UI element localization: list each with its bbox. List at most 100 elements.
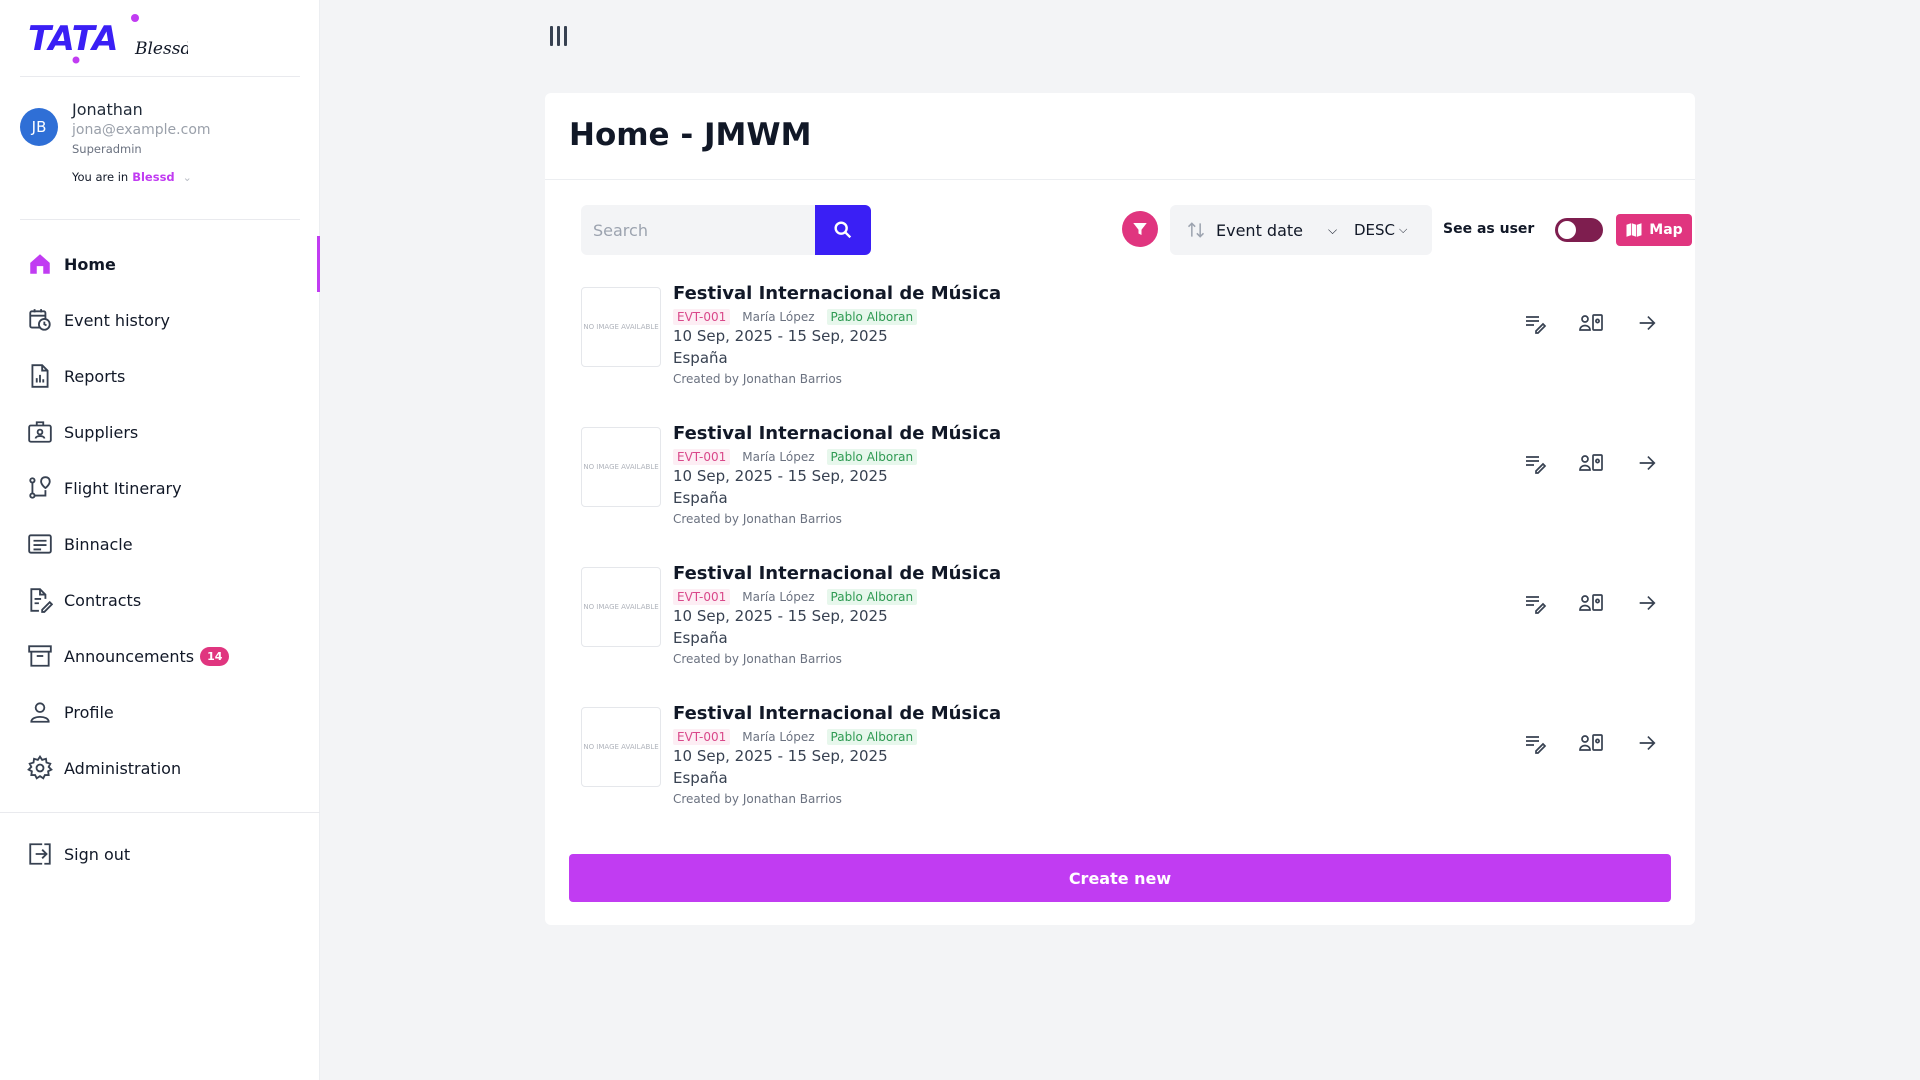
workspace-name: Blessd bbox=[132, 170, 175, 184]
avatar[interactable]: JB bbox=[20, 108, 58, 146]
see-as-user-toggle[interactable] bbox=[1555, 218, 1603, 242]
event-dates: 10 Sep, 2025 - 15 Sep, 2025 bbox=[673, 467, 888, 485]
sidebar-item-label: Home bbox=[64, 254, 116, 274]
svg-text:Blessd: Blessd bbox=[134, 39, 188, 59]
sidebar-item-label: Contracts bbox=[64, 590, 142, 610]
event-creator: Created by Jonathan Barrios bbox=[673, 372, 842, 386]
search-input[interactable] bbox=[581, 205, 815, 255]
event-code-badge: EVT-001 bbox=[673, 449, 731, 465]
route-icon bbox=[26, 474, 54, 502]
brand-logo[interactable]: TATA Blessd bbox=[28, 12, 188, 66]
sort-icon bbox=[1187, 222, 1205, 238]
edit-list-icon bbox=[1526, 456, 1547, 474]
divider bbox=[545, 179, 1695, 180]
open-event-button[interactable] bbox=[1633, 589, 1661, 617]
user-name: Jonathan bbox=[72, 100, 143, 119]
sign-out-label: Sign out bbox=[64, 844, 131, 864]
sidebar-item-label: Announcements bbox=[64, 646, 195, 666]
sidebar-item-event-history[interactable]: Event history bbox=[0, 292, 320, 348]
attendees-button[interactable] bbox=[1577, 309, 1605, 337]
event-row: NO IMAGE AVAILABLE Festival Internaciona… bbox=[581, 703, 1681, 843]
events-card: Home - JMWM Event date ⌵ DESC ⌵ See as u… bbox=[545, 93, 1695, 925]
event-dates: 10 Sep, 2025 - 15 Sep, 2025 bbox=[673, 327, 888, 345]
event-country: España bbox=[673, 769, 728, 787]
edit-list-icon bbox=[1526, 736, 1547, 754]
person-card-icon bbox=[1579, 734, 1603, 751]
search-button[interactable] bbox=[815, 205, 871, 255]
menu-bar bbox=[549, 26, 553, 46]
user-card: JB Jonathan jona@example.com Superadmin … bbox=[20, 100, 300, 195]
map-button[interactable]: Map bbox=[1616, 214, 1692, 246]
event-actions bbox=[1521, 729, 1661, 757]
event-title[interactable]: Festival Internacional de Música bbox=[673, 423, 1001, 444]
event-title[interactable]: Festival Internacional de Música bbox=[673, 703, 1001, 724]
event-tags: EVT-001 María López Pablo Alboran bbox=[673, 449, 918, 465]
sidebar-item-flight-itinerary[interactable]: Flight Itinerary bbox=[0, 460, 320, 516]
event-actions bbox=[1521, 589, 1661, 617]
edit-notes-button[interactable] bbox=[1521, 449, 1549, 477]
sidebar-item-profile[interactable]: Profile bbox=[0, 684, 320, 740]
edit-notes-button[interactable] bbox=[1521, 729, 1549, 757]
event-person: María López bbox=[742, 310, 815, 324]
event-thumbnail: NO IMAGE AVAILABLE bbox=[581, 287, 661, 367]
workspace-selector[interactable]: You are in Blessd ⌄ bbox=[72, 170, 192, 184]
sidebar-item-administration[interactable]: Administration bbox=[0, 740, 320, 796]
user-role: Superadmin bbox=[72, 142, 142, 156]
event-creator: Created by Jonathan Barrios bbox=[673, 512, 842, 526]
open-event-button[interactable] bbox=[1633, 449, 1661, 477]
chevron-down-icon: ⌵ bbox=[1328, 222, 1338, 237]
user-email: jona@example.com bbox=[72, 122, 211, 138]
event-country: España bbox=[673, 489, 728, 507]
event-artist-badge: Pablo Alboran bbox=[826, 309, 918, 325]
person-icon bbox=[26, 698, 54, 726]
event-tags: EVT-001 María López Pablo Alboran bbox=[673, 729, 918, 745]
event-person: María López bbox=[742, 730, 815, 744]
sort-field-select[interactable]: Event date bbox=[1216, 221, 1328, 240]
menu-toggle-button[interactable] bbox=[546, 26, 570, 50]
event-thumbnail: NO IMAGE AVAILABLE bbox=[581, 427, 661, 507]
person-card-icon bbox=[1579, 314, 1603, 331]
edit-notes-button[interactable] bbox=[1521, 589, 1549, 617]
edit-notes-button[interactable] bbox=[1521, 309, 1549, 337]
calendar-clock-icon bbox=[26, 306, 54, 334]
sidebar-item-suppliers[interactable]: Suppliers bbox=[0, 404, 320, 460]
person-card-icon bbox=[1579, 594, 1603, 611]
sidebar-item-binnacle[interactable]: Binnacle bbox=[0, 516, 320, 572]
sidebar-nav: Home Event history Reports Suppliers Fli… bbox=[0, 236, 320, 796]
event-creator: Created by Jonathan Barrios bbox=[673, 792, 842, 806]
attendees-button[interactable] bbox=[1577, 729, 1605, 757]
sidebar-item-announcements[interactable]: Announcements 14 bbox=[0, 628, 320, 684]
event-person: María López bbox=[742, 590, 815, 604]
event-title[interactable]: Festival Internacional de Música bbox=[673, 283, 1001, 304]
event-row: NO IMAGE AVAILABLE Festival Internaciona… bbox=[581, 423, 1681, 563]
contract-icon bbox=[26, 586, 54, 614]
map-icon bbox=[1626, 223, 1642, 237]
event-code-badge: EVT-001 bbox=[673, 309, 731, 325]
attendees-button[interactable] bbox=[1577, 589, 1605, 617]
sidebar-item-home[interactable]: Home bbox=[0, 236, 320, 292]
open-event-button[interactable] bbox=[1633, 309, 1661, 337]
event-thumbnail: NO IMAGE AVAILABLE bbox=[581, 707, 661, 787]
gear-icon bbox=[26, 754, 54, 782]
menu-bar bbox=[563, 26, 567, 46]
sidebar-item-label: Suppliers bbox=[64, 422, 139, 442]
sidebar-item-contracts[interactable]: Contracts bbox=[0, 572, 320, 628]
menu-bar bbox=[556, 26, 560, 46]
sidebar-item-label: Reports bbox=[64, 366, 126, 386]
sign-out-button[interactable]: Sign out bbox=[0, 826, 320, 882]
open-event-button[interactable] bbox=[1633, 729, 1661, 757]
arrow-right-icon bbox=[1639, 315, 1656, 331]
create-new-button[interactable]: Create new bbox=[569, 854, 1671, 902]
filter-icon bbox=[1133, 223, 1147, 235]
event-title[interactable]: Festival Internacional de Música bbox=[673, 563, 1001, 584]
sidebar-item-reports[interactable]: Reports bbox=[0, 348, 320, 404]
sort-direction-select[interactable]: DESC ⌵ bbox=[1354, 221, 1407, 239]
arrow-right-icon bbox=[1639, 455, 1656, 471]
event-actions bbox=[1521, 309, 1661, 337]
filter-button[interactable] bbox=[1122, 211, 1158, 247]
search-bar bbox=[581, 205, 871, 255]
event-creator: Created by Jonathan Barrios bbox=[673, 652, 842, 666]
attendees-button[interactable] bbox=[1577, 449, 1605, 477]
map-label: Map bbox=[1649, 222, 1683, 238]
chevron-down-icon: ⌵ bbox=[1399, 223, 1408, 236]
